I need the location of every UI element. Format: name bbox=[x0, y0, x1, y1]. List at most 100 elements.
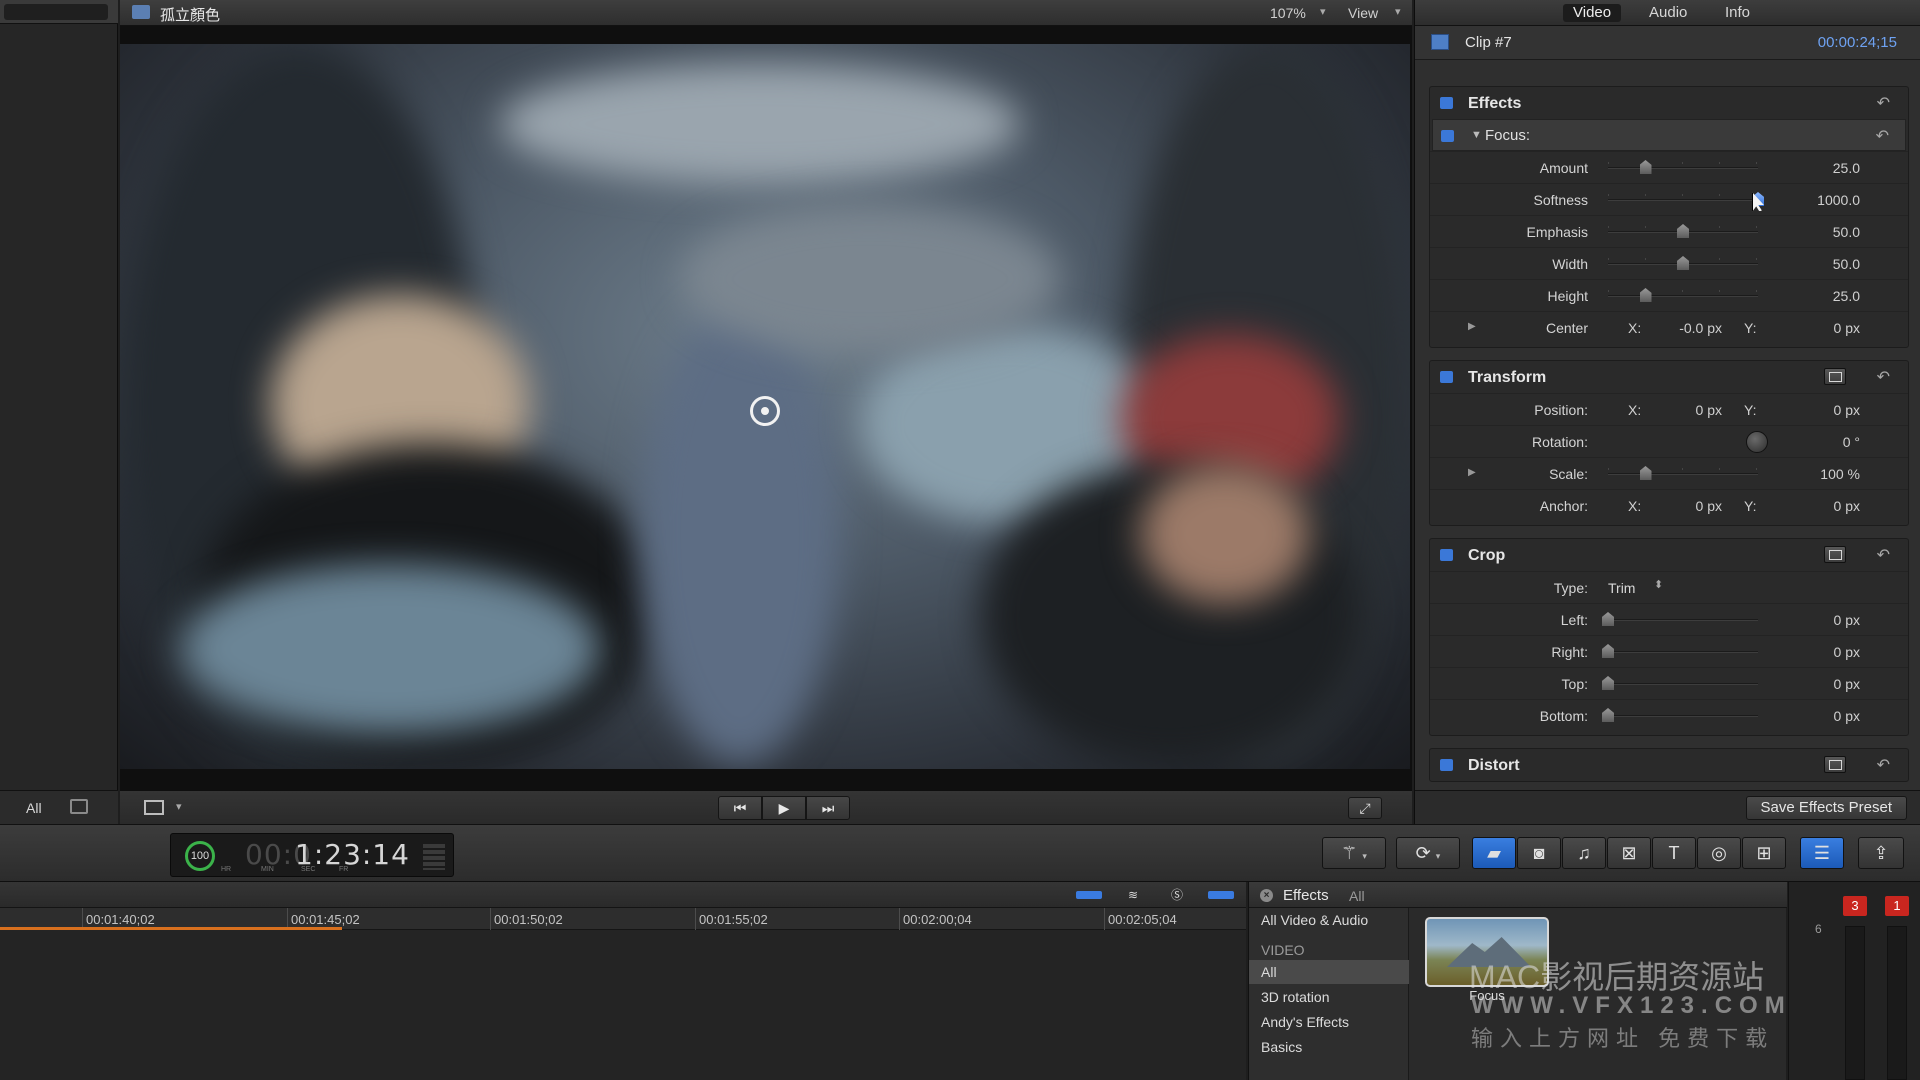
transform-onscreen-icon[interactable] bbox=[1824, 368, 1846, 385]
zoom-slider-icon[interactable] bbox=[1076, 891, 1102, 899]
retime-menu[interactable]: ⟳ ▾ bbox=[1396, 837, 1460, 869]
peak-indicator-left[interactable]: 3 bbox=[1843, 896, 1867, 916]
param-value[interactable]: 50.0 bbox=[1833, 256, 1860, 272]
crop-left-slider[interactable] bbox=[1608, 619, 1758, 621]
next-edit-button[interactable]: ⏭ bbox=[806, 796, 850, 820]
slider-knob[interactable] bbox=[1602, 644, 1614, 658]
close-icon[interactable]: × bbox=[1260, 889, 1273, 902]
crop-type-select[interactable]: Trim bbox=[1608, 580, 1635, 596]
titles-browser-button[interactable]: T bbox=[1652, 837, 1696, 869]
anchor-y-value[interactable]: 0 px bbox=[1834, 498, 1860, 514]
chevron-down-icon[interactable]: ▾ bbox=[1320, 5, 1326, 18]
crop-top-slider[interactable] bbox=[1608, 683, 1758, 685]
crop-enable-checkbox[interactable] bbox=[1440, 549, 1453, 561]
reset-icon[interactable]: ↶ bbox=[1877, 755, 1890, 775]
position-x-value[interactable]: 0 px bbox=[1646, 402, 1722, 418]
slider-knob[interactable] bbox=[1602, 612, 1614, 626]
clapper-icon bbox=[132, 5, 150, 19]
center-y-value[interactable]: 0 px bbox=[1834, 320, 1860, 336]
generators-browser-button[interactable]: ◎ bbox=[1697, 837, 1741, 869]
zoom-menu[interactable]: 107% bbox=[1270, 5, 1306, 21]
search-field[interactable] bbox=[4, 4, 108, 20]
param-value[interactable]: 0 px bbox=[1834, 612, 1860, 628]
param-value[interactable]: 25.0 bbox=[1833, 160, 1860, 176]
softness-slider[interactable] bbox=[1608, 199, 1758, 201]
share-button[interactable]: ⇪ bbox=[1858, 837, 1904, 869]
category-item[interactable]: All bbox=[1249, 960, 1409, 984]
audio-meter-mini[interactable] bbox=[423, 844, 445, 870]
scale-value[interactable]: 100 % bbox=[1820, 466, 1860, 482]
maps-browser-button[interactable]: ⊞ bbox=[1742, 837, 1786, 869]
photos-browser-button[interactable]: ◙ bbox=[1517, 837, 1561, 869]
clip-filter-menu[interactable]: All bbox=[26, 800, 42, 816]
music-browser-button[interactable]: ♫ bbox=[1562, 837, 1606, 869]
reset-icon[interactable]: ↶ bbox=[1877, 367, 1890, 387]
rotation-value[interactable]: 0 ° bbox=[1843, 434, 1860, 450]
param-value[interactable]: 0 px bbox=[1834, 676, 1860, 692]
media-browser-button[interactable]: ▰ bbox=[1472, 837, 1516, 869]
timeline-tracks[interactable] bbox=[0, 930, 1246, 1080]
play-button[interactable]: ▶ bbox=[762, 796, 806, 820]
param-value[interactable]: 0 px bbox=[1834, 644, 1860, 660]
disclosure-triangle-icon[interactable]: ▶ bbox=[1468, 467, 1476, 478]
effects-browser: × Effects All All Video & Audio VIDEO Al… bbox=[1248, 882, 1787, 1080]
chevron-down-icon[interactable]: ▾ bbox=[1395, 5, 1401, 18]
title-t-icon: T bbox=[1668, 843, 1680, 863]
inspector-toggle-button[interactable]: ☰ bbox=[1800, 837, 1844, 869]
chevron-down-icon[interactable]: ▾ bbox=[176, 800, 182, 813]
slider-knob[interactable] bbox=[1602, 676, 1614, 690]
distort-onscreen-icon[interactable] bbox=[1824, 756, 1846, 773]
tab-info[interactable]: Info bbox=[1715, 4, 1760, 22]
rotation-dial[interactable] bbox=[1746, 431, 1768, 453]
height-slider[interactable] bbox=[1608, 295, 1758, 297]
view-menu[interactable]: View bbox=[1348, 5, 1378, 21]
stepper-arrows-icon[interactable]: ⬍ bbox=[1654, 578, 1663, 591]
effects-enable-checkbox[interactable] bbox=[1440, 97, 1453, 109]
crop-bottom-slider[interactable] bbox=[1608, 715, 1758, 717]
transitions-browser-button[interactable]: ⊠ bbox=[1607, 837, 1651, 869]
category-item[interactable]: All Video & Audio bbox=[1249, 908, 1409, 932]
center-x-value[interactable]: -0.0 px bbox=[1646, 320, 1722, 336]
previous-edit-button[interactable]: ⏮ bbox=[718, 796, 762, 820]
focus-enable-checkbox[interactable] bbox=[1441, 130, 1454, 142]
tab-video[interactable]: Video bbox=[1563, 4, 1622, 22]
param-value[interactable]: 50.0 bbox=[1833, 224, 1860, 240]
clip-appearance-icon[interactable] bbox=[1208, 891, 1234, 899]
tool-select-menu[interactable]: ⚚ ▾ bbox=[1322, 837, 1386, 869]
section-title: Distort bbox=[1468, 757, 1520, 774]
disclosure-triangle-icon[interactable]: ▶ bbox=[1468, 321, 1476, 332]
audio-waveform-icon[interactable]: ≋ bbox=[1120, 888, 1146, 902]
category-item[interactable]: 3D rotation bbox=[1249, 985, 1409, 1009]
reset-icon[interactable]: ↶ bbox=[1877, 93, 1890, 113]
param-value[interactable]: 0 px bbox=[1834, 708, 1860, 724]
background-tasks-indicator[interactable]: 100 bbox=[185, 841, 215, 871]
reset-icon[interactable]: ↶ bbox=[1876, 126, 1889, 146]
fullscreen-button[interactable]: ⤢ bbox=[1348, 797, 1382, 819]
peak-indicator-right[interactable]: 1 bbox=[1885, 896, 1909, 916]
event-browser-strip: All bbox=[0, 0, 118, 824]
transform-tool-icon[interactable] bbox=[144, 800, 164, 815]
param-value[interactable]: 25.0 bbox=[1833, 288, 1860, 304]
anchor-x-value[interactable]: 0 px bbox=[1646, 498, 1722, 514]
category-item[interactable]: Andy's Effects bbox=[1249, 1010, 1409, 1034]
position-y-value[interactable]: 0 px bbox=[1834, 402, 1860, 418]
crop-right-slider[interactable] bbox=[1608, 651, 1758, 653]
distort-enable-checkbox[interactable] bbox=[1440, 759, 1453, 771]
transform-enable-checkbox[interactable] bbox=[1440, 371, 1453, 383]
snapping-icon[interactable]: Ⓢ bbox=[1164, 888, 1190, 902]
reset-icon[interactable]: ↶ bbox=[1877, 545, 1890, 565]
category-item[interactable]: Basics bbox=[1249, 1035, 1409, 1059]
slider-knob[interactable] bbox=[1602, 708, 1614, 722]
scale-slider[interactable] bbox=[1608, 473, 1758, 475]
section-title: Transform bbox=[1468, 369, 1547, 386]
crop-onscreen-icon[interactable] bbox=[1824, 546, 1846, 563]
focus-center-handle[interactable] bbox=[750, 396, 780, 426]
inspector-icon: ☰ bbox=[1813, 843, 1831, 863]
amount-slider[interactable] bbox=[1608, 167, 1758, 169]
save-effects-preset-button[interactable]: Save Effects Preset bbox=[1745, 796, 1907, 820]
dashboard-timecode[interactable]: 100 00:0 1:23:14 HR MIN SEC FR bbox=[170, 833, 454, 877]
tab-audio[interactable]: Audio bbox=[1639, 4, 1697, 22]
filmstrip-view-icon[interactable] bbox=[70, 799, 88, 814]
param-value[interactable]: 1000.0 bbox=[1817, 192, 1860, 208]
disclosure-triangle-icon[interactable]: ▼ bbox=[1471, 129, 1482, 141]
